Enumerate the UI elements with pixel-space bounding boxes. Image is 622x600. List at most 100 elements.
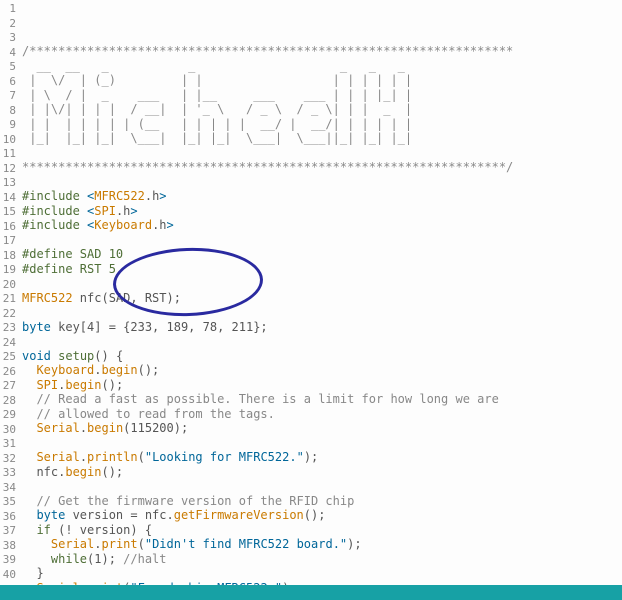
token: #include bbox=[22, 204, 87, 218]
code-line[interactable]: void setup() { bbox=[22, 349, 622, 364]
line-number: 31 bbox=[0, 437, 18, 452]
line-number: 7 bbox=[0, 89, 18, 104]
token: nfc(SAD, RST); bbox=[73, 291, 181, 305]
code-line[interactable]: Keyboard.begin(); bbox=[22, 363, 622, 378]
token bbox=[22, 508, 36, 522]
token: > bbox=[159, 189, 166, 203]
line-number: 2 bbox=[0, 17, 18, 32]
code-line[interactable]: #include <MFRC522.h> bbox=[22, 189, 622, 204]
token: ( bbox=[138, 450, 145, 464]
token: MFRC522 bbox=[94, 189, 145, 203]
code-line[interactable] bbox=[22, 146, 622, 161]
token: key[4] = {233, 189, 78, 211}; bbox=[51, 320, 268, 334]
code-line[interactable] bbox=[22, 479, 622, 494]
token: Serial bbox=[36, 450, 79, 464]
code-line[interactable]: } bbox=[22, 566, 622, 581]
token: > bbox=[167, 218, 174, 232]
code-line[interactable]: byte version = nfc.getFirmwareVersion(); bbox=[22, 508, 622, 523]
code-line[interactable] bbox=[22, 334, 622, 349]
line-number: 38 bbox=[0, 539, 18, 554]
token: while bbox=[51, 552, 87, 566]
code-line[interactable]: Serial.print("Didn't find MFRC522 board.… bbox=[22, 537, 622, 552]
code-line[interactable]: Serial.begin(115200); bbox=[22, 421, 622, 436]
token: #define SAD 10 bbox=[22, 247, 123, 261]
code-line[interactable]: #define RST 5 bbox=[22, 262, 622, 277]
token: | | | | | | | (__ | | | | | __/ | __/| |… bbox=[22, 117, 412, 131]
line-number: 10 bbox=[0, 133, 18, 148]
code-line[interactable]: ****************************************… bbox=[22, 160, 622, 175]
token: nfc. bbox=[22, 465, 65, 479]
line-number: 28 bbox=[0, 394, 18, 409]
token: ****************************************… bbox=[22, 160, 513, 174]
line-number: 23 bbox=[0, 321, 18, 336]
token: print bbox=[102, 537, 138, 551]
code-editor[interactable]: 1234567891011121314151617181920212223242… bbox=[0, 0, 622, 585]
token: if bbox=[36, 523, 50, 537]
token: "Looking for MFRC522." bbox=[145, 450, 304, 464]
code-line[interactable]: nfc.begin(); bbox=[22, 465, 622, 480]
code-line[interactable] bbox=[22, 436, 622, 451]
line-number: 6 bbox=[0, 75, 18, 90]
token: begin bbox=[65, 465, 101, 479]
line-number: 24 bbox=[0, 336, 18, 351]
code-line[interactable]: MFRC522 nfc(SAD, RST); bbox=[22, 291, 622, 306]
code-line[interactable] bbox=[22, 175, 622, 190]
line-number: 33 bbox=[0, 466, 18, 481]
line-number: 18 bbox=[0, 249, 18, 264]
code-line[interactable]: Serial.println("Looking for MFRC522."); bbox=[22, 450, 622, 465]
line-number: 20 bbox=[0, 278, 18, 293]
code-line[interactable]: #include <SPI.h> bbox=[22, 204, 622, 219]
line-number: 11 bbox=[0, 147, 18, 162]
token: | \ / | _ ___ | |__ ___ ___ | | | |_| | bbox=[22, 88, 412, 102]
code-line[interactable]: #define SAD 10 bbox=[22, 247, 622, 262]
line-number: 16 bbox=[0, 220, 18, 235]
token: ); bbox=[347, 537, 361, 551]
line-number: 13 bbox=[0, 176, 18, 191]
code-line[interactable]: | |\/| | | | / __| | '_ \ / _ \ / _ \| |… bbox=[22, 102, 622, 117]
code-line[interactable]: |_| |_| |_| \___| |_| |_| \___| \___||_|… bbox=[22, 131, 622, 146]
token: SPI bbox=[36, 378, 58, 392]
token: #define RST 5 bbox=[22, 262, 116, 276]
line-number: 35 bbox=[0, 495, 18, 510]
line-number: 29 bbox=[0, 408, 18, 423]
code-line[interactable] bbox=[22, 276, 622, 291]
token: ); bbox=[304, 450, 318, 464]
code-line[interactable]: byte key[4] = {233, 189, 78, 211}; bbox=[22, 320, 622, 335]
code-line[interactable]: | | | | | | | (__ | | | | | __/ | __/| |… bbox=[22, 117, 622, 132]
token: /***************************************… bbox=[22, 44, 513, 58]
token: () { bbox=[94, 349, 123, 363]
token: void bbox=[22, 349, 51, 363]
token: byte bbox=[36, 508, 65, 522]
code-line[interactable]: SPI.begin(); bbox=[22, 378, 622, 393]
line-number: 32 bbox=[0, 452, 18, 467]
code-line[interactable]: // Get the firmware version of the RFID … bbox=[22, 494, 622, 509]
code-line[interactable]: | \ / | _ ___ | |__ ___ ___ | | | |_| | bbox=[22, 88, 622, 103]
code-area[interactable]: /***************************************… bbox=[18, 0, 622, 585]
code-line[interactable]: | \/ | (_) | | | | | | | | bbox=[22, 73, 622, 88]
token: ( bbox=[138, 537, 145, 551]
token: .h bbox=[152, 218, 166, 232]
line-number: 27 bbox=[0, 379, 18, 394]
token: begin bbox=[65, 378, 101, 392]
code-line[interactable]: // Read a fast as possible. There is a l… bbox=[22, 392, 622, 407]
code-line[interactable]: __ __ _ _ _ _ _ bbox=[22, 59, 622, 74]
code-line[interactable] bbox=[22, 305, 622, 320]
line-number: 19 bbox=[0, 263, 18, 278]
code-line[interactable]: /***************************************… bbox=[22, 44, 622, 59]
token: |_| |_| |_| \___| |_| |_| \___| \___||_|… bbox=[22, 131, 412, 145]
line-number: 14 bbox=[0, 191, 18, 206]
token: . bbox=[80, 450, 87, 464]
line-number: 17 bbox=[0, 234, 18, 249]
token: // Read a fast as possible. There is a l… bbox=[22, 392, 499, 406]
token: Serial bbox=[51, 537, 94, 551]
line-number: 34 bbox=[0, 481, 18, 496]
token: .h bbox=[116, 204, 130, 218]
token: //halt bbox=[123, 552, 166, 566]
code-line[interactable] bbox=[22, 233, 622, 248]
code-line[interactable]: if (! version) { bbox=[22, 523, 622, 538]
code-line[interactable]: // allowed to read from the tags. bbox=[22, 407, 622, 422]
token bbox=[22, 421, 36, 435]
line-number: 8 bbox=[0, 104, 18, 119]
code-line[interactable]: while(1); //halt bbox=[22, 552, 622, 567]
code-line[interactable]: #include <Keyboard.h> bbox=[22, 218, 622, 233]
